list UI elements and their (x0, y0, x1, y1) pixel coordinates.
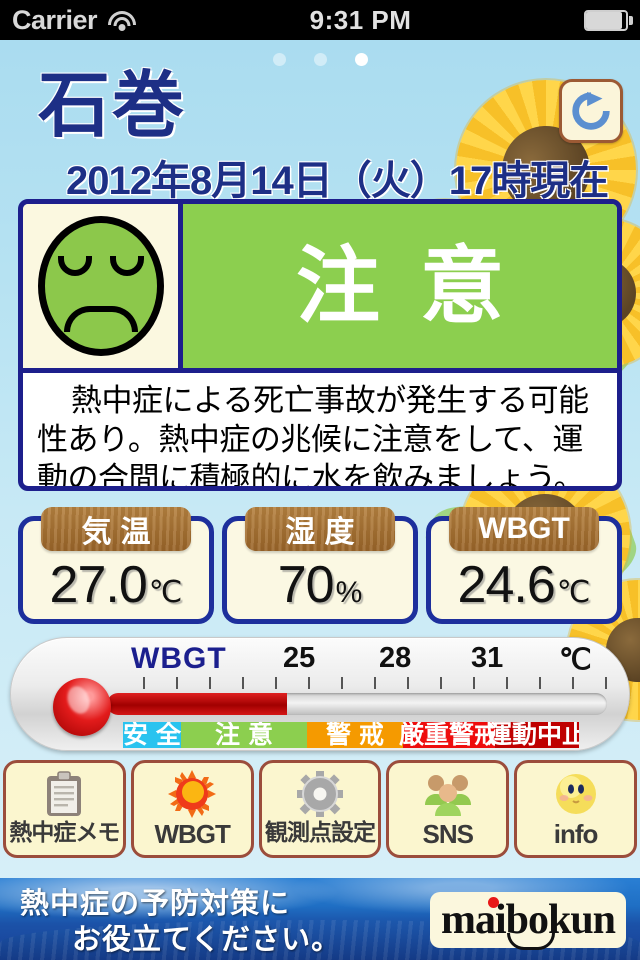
thermometer-zone-legend: 安全 注意 警戒 厳重警戒 運動中止 (123, 722, 579, 748)
page-dot-1[interactable] (272, 53, 286, 66)
sun-icon (168, 767, 217, 821)
thermometer-ticks (131, 677, 607, 690)
gear-icon (296, 767, 343, 821)
city-name: 石巻 (38, 66, 187, 146)
metric-label-humidity: 湿度 (245, 507, 395, 551)
alert-header: 注意 (23, 204, 617, 373)
alert-description: 熱中症による死亡事故が発生する可能性あり。熱中症の兆候に注意をして、運動の合間に… (37, 383, 589, 491)
footer-line-2: お役立てください。 (72, 924, 342, 957)
people-icon (423, 767, 473, 821)
temperature-unit: ℃ (148, 576, 183, 609)
metric-value-temperature: 27.0 ℃ (50, 555, 183, 615)
thermometer-bulb (53, 678, 111, 736)
thermometer-tick-31: 31 (471, 642, 504, 674)
alert-level-banner: 注意 (183, 204, 617, 368)
footer-line-1: 熱中症の予防対策に (20, 888, 291, 920)
thermometer-zone-1: 安全 (123, 722, 190, 748)
tool-label-sns: SNS (422, 819, 474, 849)
thermometer-title: WBGT (131, 642, 227, 675)
thermometer-bar (107, 693, 607, 715)
refresh-button[interactable] (559, 79, 623, 143)
app-root: Carrier 9:31 PM 石巻 2012年8月14日（火）17時現在 注意… (0, 0, 640, 960)
tool-label-info: info (553, 819, 599, 849)
metric-value-wbgt: 24.6 ℃ (458, 555, 591, 615)
metric-cards: 気温 27.0 ℃ 湿度 70 % WBGT 24.6 ℃ (18, 507, 622, 624)
metric-label-temperature: 気温 (41, 507, 191, 551)
humidity-value: 70 (277, 556, 335, 614)
tool-label-station-settings: 観測点設定 (264, 819, 376, 845)
status-bar-left: Carrier (12, 5, 137, 36)
thermometer-zone-5: 運動中止 (487, 722, 579, 748)
maibokun-wordmark: maibokun (441, 897, 616, 950)
metric-card-temperature: 気温 27.0 ℃ (18, 507, 214, 624)
thermometer-zone-2: 注意 (181, 722, 307, 748)
wbgt-value: 24.6 (457, 556, 556, 614)
metric-label-wbgt: WBGT (449, 507, 599, 551)
tool-label-wbgt: WBGT (154, 819, 230, 849)
tool-button-wbgt[interactable]: WBGT (130, 760, 254, 858)
logo-smile-icon (506, 933, 555, 950)
logo-red-dot (487, 897, 499, 908)
alert-face-box (23, 204, 183, 368)
tool-label-memo: 熱中症メモ (9, 819, 120, 845)
thermometer-zone-4: 厳重警戒 (399, 722, 500, 748)
maibokun-logo: maibokun (430, 892, 626, 950)
thermometer-zone-3: 警戒 (307, 722, 403, 748)
observation-datetime: 2012年8月14日（火）17時現在 (66, 159, 609, 203)
temperature-value: 27.0 (49, 556, 148, 614)
wifi-icon (107, 9, 137, 31)
footer-banner[interactable]: 熱中症の予防対策に お役立てください。 maibokun (0, 878, 640, 960)
battery-icon (583, 9, 633, 31)
clipboard-icon (43, 767, 85, 821)
footer-text: 熱中症の予防対策に お役立てください。 (20, 886, 341, 959)
page-dot-3-active[interactable] (354, 53, 368, 66)
sad-face-icon (37, 216, 164, 356)
page-dots[interactable] (0, 53, 640, 66)
status-bar-clock: 9:31 PM (309, 4, 412, 35)
metric-card-humidity: 湿度 70 % (222, 507, 418, 624)
thermometer-scale: WBGT 25 28 31 ℃ (131, 642, 603, 678)
thermometer-unit: ℃ (559, 644, 592, 676)
thermometer-tick-28: 28 (379, 642, 412, 674)
status-bar: Carrier 9:31 PM (0, 0, 640, 40)
tool-button-station-settings[interactable]: 観測点設定 (258, 760, 382, 858)
carrier-label: Carrier (12, 4, 98, 35)
wbgt-thermometer: WBGT 25 28 31 ℃ 安全 注意 警戒 厳重警戒 運動中止 (10, 637, 630, 751)
tool-button-memo[interactable]: 熱中症メモ (3, 760, 126, 858)
wbgt-unit: ℃ (556, 576, 591, 609)
metric-card-wbgt: WBGT 24.6 ℃ (426, 507, 622, 624)
refresh-icon (572, 91, 610, 130)
humidity-unit: % (335, 576, 363, 609)
metric-value-humidity: 70 % (278, 555, 363, 615)
smiley-icon (553, 767, 599, 821)
thermometer-tick-25: 25 (283, 642, 316, 674)
thermometer-fill (107, 693, 287, 715)
page-dot-2[interactable] (313, 53, 327, 66)
bottom-toolbar: 熱中症メモ WBGT 観測点設定 SNS info (0, 760, 640, 858)
alert-panel: 注意 熱中症による死亡事故が発生する可能性あり。熱中症の兆候に注意をして、運動の… (18, 199, 622, 491)
tool-button-sns[interactable]: SNS (386, 760, 510, 858)
tool-button-info[interactable]: info (514, 760, 637, 858)
